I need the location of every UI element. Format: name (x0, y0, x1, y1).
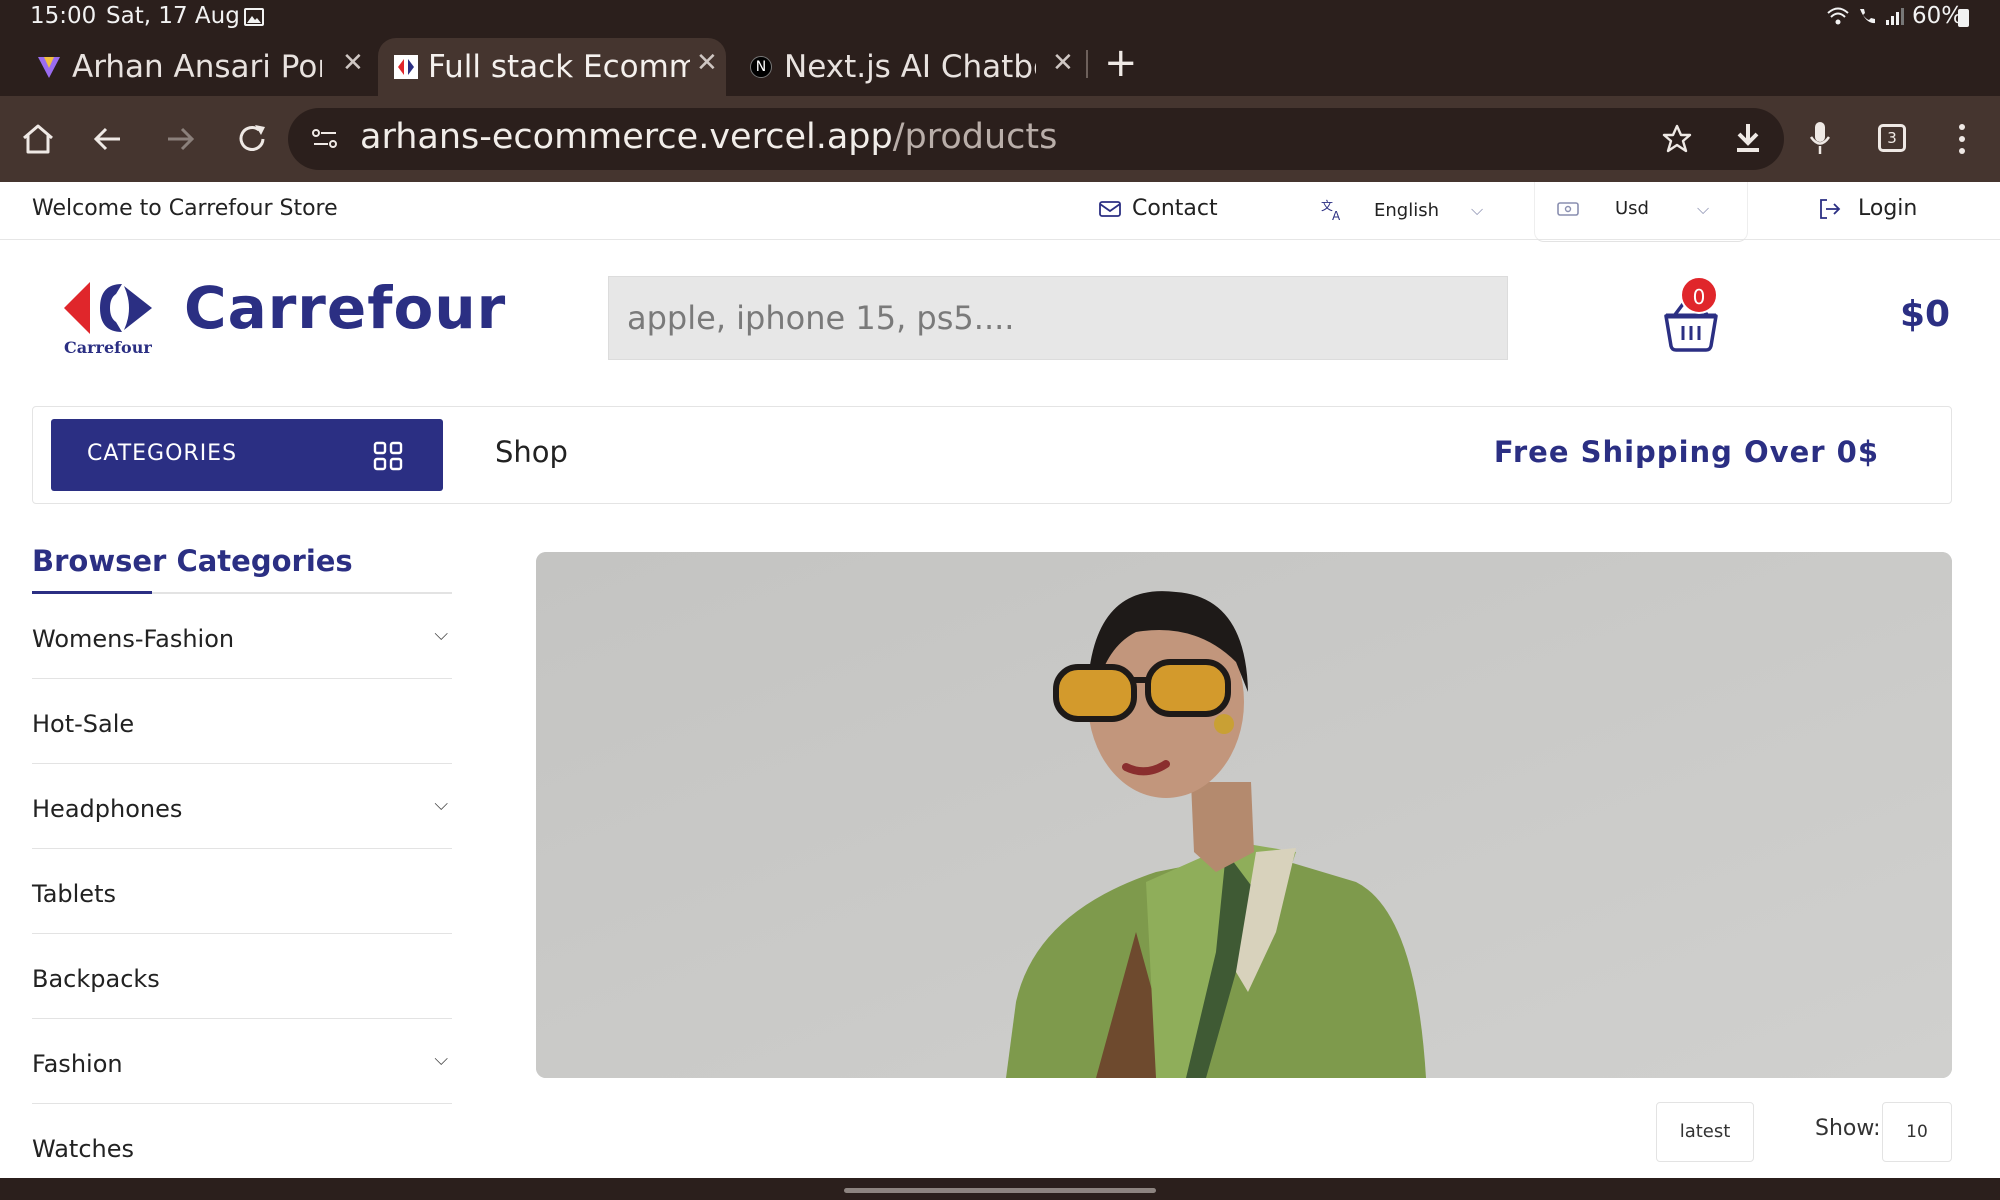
login-icon (1820, 198, 1841, 219)
search-input[interactable]: apple, iphone 15, ps5.... (608, 276, 1508, 360)
url-host: arhans-ecommerce.vercel.app (360, 117, 893, 157)
tab-close-icon[interactable]: ✕ (342, 48, 364, 78)
status-time: 15:00 (30, 3, 97, 29)
url-path: /products (892, 117, 1058, 157)
tab-label: Arhan Ansari Portf (72, 49, 322, 85)
category-item-backpacks[interactable]: Backpacks (32, 934, 452, 1019)
category-label: Hot-Sale (32, 710, 135, 738)
show-label: Show: (1815, 1116, 1881, 1141)
carrefour-logo-icon (64, 282, 152, 334)
gesture-bar (0, 1178, 2000, 1200)
brand-name[interactable]: Carrefour (184, 274, 506, 342)
chevron-down-icon: ⌵ (1696, 198, 1710, 218)
category-item-fashion[interactable]: Fashion ⌵ (32, 1019, 452, 1104)
tab-portfolio[interactable]: Arhan Ansari Portf ✕ (24, 38, 374, 96)
chevron-down-icon[interactable]: ⌵ (434, 1049, 448, 1070)
tab-label: Full stack Ecomme (428, 49, 690, 85)
category-item-headphones[interactable]: Headphones ⌵ (32, 764, 452, 849)
category-item-hot-sale[interactable]: Hot-Sale (32, 679, 452, 764)
battery-percent: 60% (1912, 3, 1964, 29)
welcome-text: Welcome to Carrefour Store (32, 196, 338, 221)
reload-icon[interactable] (235, 122, 269, 156)
contact-label: Contact (1132, 196, 1218, 221)
category-label: Fashion (32, 1050, 123, 1078)
svg-text:A: A (1332, 209, 1341, 222)
mail-icon (1099, 200, 1121, 217)
logo-caption: Carrefour (64, 338, 152, 357)
tab-close-icon[interactable]: ✕ (696, 48, 718, 78)
tab-ecommerce[interactable]: Full stack Ecomme ✕ (378, 38, 726, 96)
category-sidebar: Browser Categories Womens-Fashion ⌵ Hot-S… (32, 544, 452, 1178)
sidebar-title: Browser Categories (32, 544, 452, 594)
carrefour-favicon-icon (394, 55, 418, 79)
currency-select[interactable]: Usd ⌵ (1534, 182, 1748, 242)
web-page: Welcome to Carrefour Store Contact 文A En… (0, 182, 2000, 1178)
chevron-down-icon[interactable]: ⌵ (434, 624, 448, 645)
language-select[interactable]: 文A English ⌵ (1320, 198, 1483, 222)
fashion-model-illustration (536, 552, 1952, 1078)
category-label: Womens-Fashion (32, 625, 235, 653)
cart-count-badge: 0 (1680, 276, 1718, 314)
download-icon[interactable] (1734, 122, 1762, 154)
microphone-icon[interactable] (1808, 120, 1832, 158)
category-item-tablets[interactable]: Tablets (32, 849, 452, 934)
category-label: Headphones (32, 795, 183, 823)
login-link[interactable]: Login (1818, 196, 1917, 221)
categories-label: CATEGORIES (87, 441, 238, 466)
tab-close-icon[interactable]: ✕ (1052, 48, 1074, 78)
home-icon[interactable] (20, 122, 56, 156)
sort-select[interactable]: latest (1656, 1102, 1754, 1162)
carrefour-logo[interactable]: Carrefour (60, 278, 156, 357)
address-bar[interactable]: arhans-ecommerce.vercel.app/products (288, 108, 1784, 170)
tab-chatbot[interactable]: N Next.js AI Chatbot - ✕ (730, 38, 1080, 96)
login-label: Login (1858, 196, 1918, 221)
image-icon (244, 8, 264, 26)
more-menu-icon[interactable] (1956, 122, 1968, 156)
tab-strip: Arhan Ansari Portf ✕ Full stack Ecomme ✕… (0, 34, 2000, 96)
url-text: arhans-ecommerce.vercel.app/products (360, 117, 1057, 157)
show-count-select[interactable]: 10 (1882, 1102, 1952, 1162)
tab-switcher-button[interactable]: 3 (1878, 124, 1906, 152)
tab-divider (1086, 50, 1088, 78)
cart-total: $0 (1900, 294, 1951, 335)
battery-icon (1958, 9, 1969, 27)
category-item-womens-fashion[interactable]: Womens-Fashion ⌵ (32, 594, 452, 679)
categories-button[interactable]: CATEGORIES (51, 419, 443, 491)
nextjs-favicon-icon: N (750, 56, 772, 78)
contact-link[interactable]: Contact (1098, 196, 1218, 221)
tab-label: Next.js AI Chatbot - (784, 49, 1036, 85)
wifi-icon (1826, 6, 1850, 32)
top-strip: Welcome to Carrefour Store Contact 文A En… (0, 182, 2000, 242)
main-nav: CATEGORIES Shop Free Shipping Over 0$ (32, 406, 1952, 504)
home-indicator[interactable] (844, 1188, 1156, 1193)
call-icon (1856, 6, 1878, 32)
new-tab-icon[interactable]: + (1104, 40, 1138, 86)
back-arrow-icon[interactable] (92, 124, 124, 154)
hero-banner-image (536, 552, 1952, 1078)
category-label: Watches (32, 1135, 134, 1163)
grid-icon (373, 441, 403, 471)
status-bar: 15:00 Sat, 17 Aug 60% (0, 0, 2000, 34)
language-label: English (1374, 199, 1439, 221)
chevron-down-icon[interactable]: ⌵ (434, 794, 448, 815)
toolbar: arhans-ecommerce.vercel.app/products 3 (0, 96, 2000, 182)
status-date: Sat, 17 Aug (106, 3, 240, 29)
category-item-watches[interactable]: Watches (32, 1104, 452, 1178)
category-label: Tablets (32, 880, 116, 908)
category-label: Backpacks (32, 965, 160, 993)
currency-label: Usd (1615, 198, 1649, 219)
shop-link[interactable]: Shop (495, 435, 568, 469)
money-icon (1557, 201, 1579, 216)
bookmark-star-icon[interactable] (1662, 124, 1692, 154)
site-settings-icon[interactable] (310, 126, 340, 152)
translate-icon: 文A (1321, 198, 1341, 222)
chevron-down-icon: ⌵ (1471, 200, 1484, 219)
free-shipping-text: Free Shipping Over 0$ (1493, 435, 1879, 469)
signal-icon (1884, 6, 1906, 32)
portfolio-favicon-icon (38, 57, 60, 78)
forward-arrow-icon[interactable] (164, 124, 196, 154)
